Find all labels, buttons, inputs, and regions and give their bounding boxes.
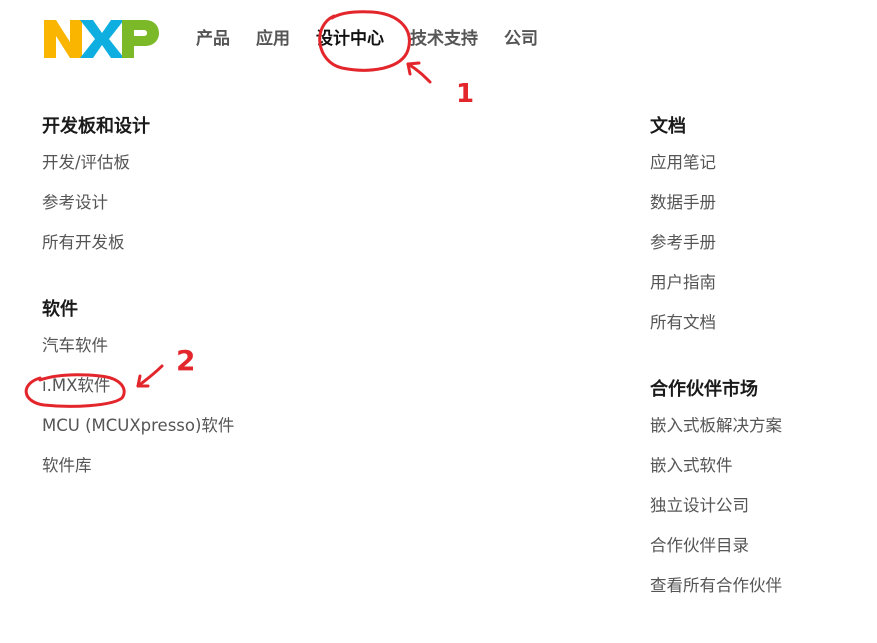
menu-section-software: 软件 汽车软件 i.MX软件 MCU (MCUXpresso)软件 软件库 xyxy=(42,295,462,491)
annotation-label-1: 1 xyxy=(456,79,474,109)
logo-letter-p xyxy=(122,20,159,58)
logo-letter-n xyxy=(44,20,82,58)
header-bar: 产品 应用 设计中心 技术支持 公司 xyxy=(0,0,877,78)
nav-item-company[interactable]: 公司 xyxy=(504,26,538,52)
menu-link-mcu-software[interactable]: MCU (MCUXpresso)软件 xyxy=(42,411,462,451)
menu-link-all-boards[interactable]: 所有开发板 xyxy=(42,228,462,268)
menu-column-right: 文档 应用笔记 数据手册 参考手册 用户指南 所有文档 合作伙伴市场 嵌入式板解… xyxy=(650,112,870,638)
menu-link-imx-software[interactable]: i.MX软件 xyxy=(42,371,462,411)
menu-link-data-sheets[interactable]: 数据手册 xyxy=(650,188,870,228)
page: 产品 应用 设计中心 技术支持 公司 开发板和设计 开发/评估板 参考设计 所有… xyxy=(0,0,877,643)
menu-link-all-documents[interactable]: 所有文档 xyxy=(650,308,870,348)
main-nav: 产品 应用 设计中心 技术支持 公司 xyxy=(196,26,564,52)
menu-link-automotive-software[interactable]: 汽车软件 xyxy=(42,331,462,371)
section-title-documents: 文档 xyxy=(650,116,686,137)
menu-column-left: 开发板和设计 开发/评估板 参考设计 所有开发板 软件 汽车软件 i.MX软件 … xyxy=(42,112,462,518)
menu-link-software-library[interactable]: 软件库 xyxy=(42,451,462,491)
menu-section-documents: 文档 应用笔记 数据手册 参考手册 用户指南 所有文档 xyxy=(650,112,870,348)
menu-link-embedded-software[interactable]: 嵌入式软件 xyxy=(650,451,870,491)
menu-link-eval-boards[interactable]: 开发/评估板 xyxy=(42,148,462,188)
menu-link-partner-directory[interactable]: 合作伙伴目录 xyxy=(650,531,870,571)
nav-item-products[interactable]: 产品 xyxy=(196,26,230,52)
nav-item-applications[interactable]: 应用 xyxy=(256,26,290,52)
section-title-boards: 开发板和设计 xyxy=(42,116,150,137)
menu-link-design-houses[interactable]: 独立设计公司 xyxy=(650,491,870,531)
menu-link-reference-manuals[interactable]: 参考手册 xyxy=(650,228,870,268)
section-title-software: 软件 xyxy=(42,299,78,320)
menu-section-boards: 开发板和设计 开发/评估板 参考设计 所有开发板 xyxy=(42,112,462,268)
menu-link-embedded-board-solutions[interactable]: 嵌入式板解决方案 xyxy=(650,411,870,451)
logo-letter-x xyxy=(80,20,124,58)
menu-link-user-guides[interactable]: 用户指南 xyxy=(650,268,870,308)
section-title-partners: 合作伙伴市场 xyxy=(650,379,758,400)
menu-link-all-partners[interactable]: 查看所有合作伙伴 xyxy=(650,571,870,611)
nav-item-design-center[interactable]: 设计中心 xyxy=(316,26,384,52)
nxp-logo[interactable] xyxy=(42,18,160,60)
menu-section-partners: 合作伙伴市场 嵌入式板解决方案 嵌入式软件 独立设计公司 合作伙伴目录 查看所有… xyxy=(650,375,870,611)
menu-link-reference-designs[interactable]: 参考设计 xyxy=(42,188,462,228)
menu-link-app-notes[interactable]: 应用笔记 xyxy=(650,148,870,188)
nav-item-support[interactable]: 技术支持 xyxy=(410,26,478,52)
